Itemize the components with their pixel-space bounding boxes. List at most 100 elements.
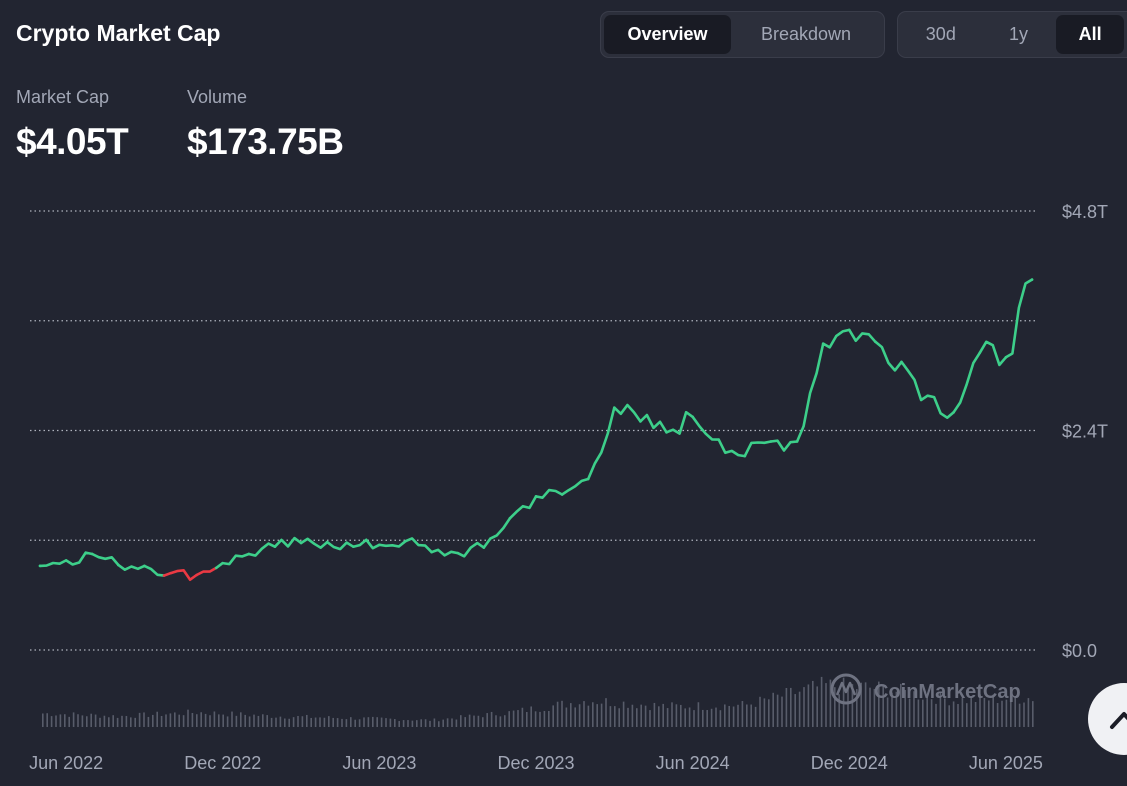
data-point [456,551,459,555]
scroll-to-top-button[interactable] [1088,683,1127,755]
volume-bar [438,721,440,727]
volume-bar [662,703,664,727]
volume-bar [988,700,990,727]
volume-bar [420,719,422,727]
y-axis: $0.0 $2.4T $4.8T [1062,202,1108,661]
volume-bar [952,701,955,727]
data-point [1004,356,1008,359]
volume-bar [182,715,185,727]
data-point [195,573,198,577]
volume-bar [103,715,106,727]
volume-bar [99,717,101,727]
volume-bar [1032,701,1034,727]
volume-bar [407,720,409,727]
data-point [508,517,512,520]
volume-bar [301,716,304,727]
volume-bar [794,694,796,727]
volume-bar [169,713,172,727]
volume-bar [231,711,233,727]
volume-bar [222,714,224,727]
volume-bar [728,705,730,727]
volume-bar [935,703,937,727]
grid-layer [30,210,1036,651]
volume-bar [156,711,158,727]
data-point [665,431,668,434]
volume-bar [957,704,959,727]
volume-bar [490,711,493,727]
volume-bar [680,704,682,727]
volume-bar [336,718,339,727]
data-point [691,415,694,419]
volume-bar [640,704,642,727]
volume-bar [798,691,801,727]
data-point [717,438,721,441]
volume-bar [583,701,585,727]
volume-bar [451,718,453,727]
volume-bar [847,685,849,727]
x-tick-label: Jun 2022 [29,753,103,773]
volume-bar [108,717,110,727]
volume-bar [1018,703,1021,727]
volume-bar [636,708,638,727]
volume-bar [358,719,361,727]
data-point [221,561,225,565]
volume-bar [284,718,286,727]
volume-bar [341,718,343,727]
volume-bar [50,716,53,727]
volume-bar [187,709,189,727]
y-tick-label: $4.8T [1062,202,1108,222]
volume-bar [768,699,770,727]
volume-bar [77,714,79,727]
x-tick-label: Jun 2024 [656,753,730,773]
data-point [169,571,172,575]
volume-bar [587,705,590,727]
data-point [273,545,277,548]
volume-bar [310,717,312,727]
data-point [325,540,329,544]
data-point [900,360,903,364]
data-point [560,493,564,496]
volume-bar [556,701,559,727]
data-point [847,328,851,332]
volume-bar [644,705,647,727]
volume-bar [94,714,97,727]
volume-bar [345,719,348,727]
volume-bar [86,716,88,727]
volume-bar [42,713,44,727]
volume-bar [719,710,722,727]
volume-bar [125,715,128,727]
volume-bar [460,715,462,727]
volume-bar [732,706,735,727]
volume-bar [218,714,220,727]
data-point [247,552,251,556]
volume-bar [1001,700,1003,727]
data-point [117,563,120,567]
volume-bar [275,717,277,727]
data-point [926,394,929,398]
volume-bar [270,717,273,727]
coinmarketcap-logo-icon [830,673,862,705]
volume-bar [803,687,805,727]
volume-bar [147,716,150,727]
volume-bar [526,712,528,727]
volume-bar [974,701,977,727]
volume-bar [552,705,554,727]
volume-bar [385,718,387,727]
volume-bar [209,715,211,727]
volume-bar [477,715,480,727]
volume-bar [90,713,92,727]
volume-bar [499,716,502,727]
volume-bar [130,717,132,727]
volume-bar [710,708,713,727]
x-tick-label: Dec 2023 [497,753,574,773]
volume-bar [754,706,757,727]
volume-bar [389,718,392,727]
volume-bar [618,708,620,727]
volume-bar [1005,699,1008,727]
volume-bar [64,714,66,727]
volume-bar [600,703,603,727]
volume-bar [323,717,326,727]
data-point [64,559,68,562]
volume-bar [702,709,704,727]
volume-bar [235,715,238,727]
